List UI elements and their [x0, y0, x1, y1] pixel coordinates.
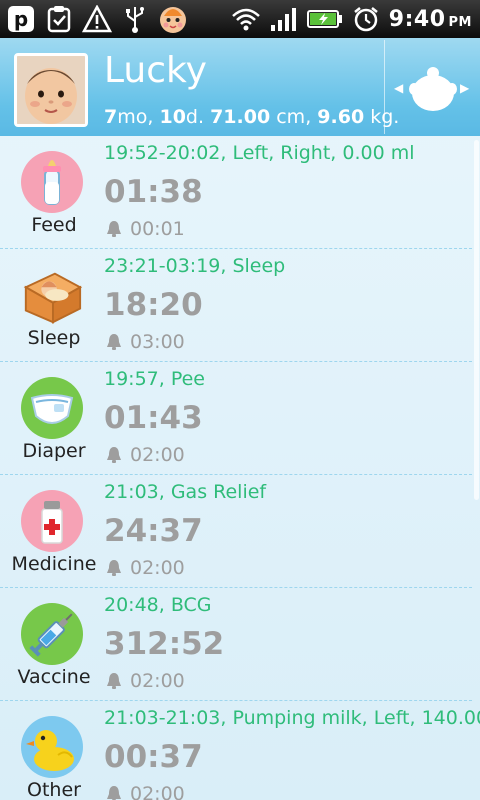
svg-text:p: p [14, 7, 28, 31]
activity-detail: 21:03-21:03, Pumping milk, Left, 140.00 [104, 707, 480, 729]
activity-label: Feed [31, 214, 77, 236]
bell-icon [107, 673, 121, 689]
alarm-clock-icon [351, 4, 381, 34]
elapsed-time: 24:37 [104, 513, 203, 549]
activity-detail: 23:21-03:19, Sleep [104, 255, 286, 277]
bell-icon [107, 786, 121, 800]
alarm-interval: 00:01 [104, 218, 185, 240]
activity-label: Medicine [11, 553, 97, 575]
activity-row-medicine[interactable]: Medicine 21:03, Gas Relief 24:37 02:00 [0, 475, 472, 588]
alarm-interval: 02:00 [104, 670, 185, 692]
baby-avatar[interactable] [14, 53, 88, 127]
p-app-icon: p [6, 4, 36, 34]
profile-header[interactable]: Lucky 7mo, 10d. 71.00 cm, 9.60 kg. ◀ ▶ [0, 38, 480, 136]
arrow-left-icon: ◀ [394, 81, 404, 95]
activity-detail: 20:48, BCG [104, 594, 212, 616]
alarm-interval: 02:00 [104, 557, 185, 579]
clock-time: 9:40 PM [388, 6, 472, 32]
activity-detail: 19:52-20:02, Left, Right, 0.00 ml [104, 142, 415, 164]
activity-list[interactable]: Feed 19:52-20:02, Left, Right, 0.00 ml 0… [0, 136, 480, 800]
activity-label: Vaccine [17, 666, 91, 688]
activity-label: Sleep [27, 327, 81, 349]
battery-charging-icon [306, 4, 343, 34]
clipboard-icon [44, 4, 74, 34]
wifi-icon [231, 4, 261, 34]
switch-baby-button[interactable]: ◀ ▶ [390, 58, 476, 118]
duck-icon[interactable] [20, 715, 84, 779]
crib-icon[interactable] [20, 263, 84, 327]
status-bar: p 9:40 PM [0, 0, 480, 38]
bell-icon [107, 221, 121, 237]
activity-row-other[interactable]: Other 21:03-21:03, Pumping milk, Left, 1… [0, 701, 480, 800]
activity-label: Other [27, 779, 81, 800]
elapsed-time: 01:38 [104, 174, 203, 210]
activity-detail: 21:03, Gas Relief [104, 481, 267, 503]
alarm-value: 02:00 [130, 783, 185, 800]
bell-icon [107, 447, 121, 463]
elapsed-time: 01:43 [104, 400, 203, 436]
alarm-interval: 02:00 [104, 444, 185, 466]
baby-name: Lucky [104, 50, 207, 91]
arrow-right-icon: ▶ [460, 81, 470, 95]
medicine-icon[interactable] [20, 489, 84, 553]
syringe-icon[interactable] [20, 602, 84, 666]
activity-row-diaper[interactable]: Diaper 19:57, Pee 01:43 02:00 [0, 362, 472, 475]
activity-row-vaccine[interactable]: Vaccine 20:48, BCG 312:52 02:00 [0, 588, 472, 701]
header-divider [384, 40, 385, 134]
alarm-interval: 03:00 [104, 331, 185, 353]
activity-detail: 19:57, Pee [104, 368, 205, 390]
bell-icon [107, 334, 121, 350]
warning-icon [82, 4, 112, 34]
elapsed-time: 18:20 [104, 287, 203, 323]
activity-label: Diaper [22, 440, 86, 462]
baby-silhouette-icon [409, 67, 457, 111]
list-scrollbar[interactable] [474, 140, 479, 500]
activity-row-sleep[interactable]: Sleep 23:21-03:19, Sleep 18:20 03:00 [0, 249, 472, 362]
elapsed-time: 00:37 [104, 739, 203, 775]
alarm-interval: 02:00 [104, 783, 185, 800]
activity-row-feed[interactable]: Feed 19:52-20:02, Left, Right, 0.00 ml 0… [0, 136, 472, 249]
alarm-value: 02:00 [130, 557, 185, 579]
bell-icon [107, 560, 121, 576]
baby-stats: 7mo, 10d. 71.00 cm, 9.60 kg. [104, 106, 399, 128]
baby-face-icon [158, 4, 188, 34]
alarm-value: 00:01 [130, 218, 185, 240]
elapsed-time: 312:52 [104, 626, 225, 662]
alarm-value: 02:00 [130, 444, 185, 466]
signal-icon [269, 4, 299, 34]
bottle-icon[interactable] [20, 150, 84, 214]
alarm-value: 03:00 [130, 331, 185, 353]
usb-icon [120, 4, 150, 34]
diaper-icon[interactable] [20, 376, 84, 440]
alarm-value: 02:00 [130, 670, 185, 692]
